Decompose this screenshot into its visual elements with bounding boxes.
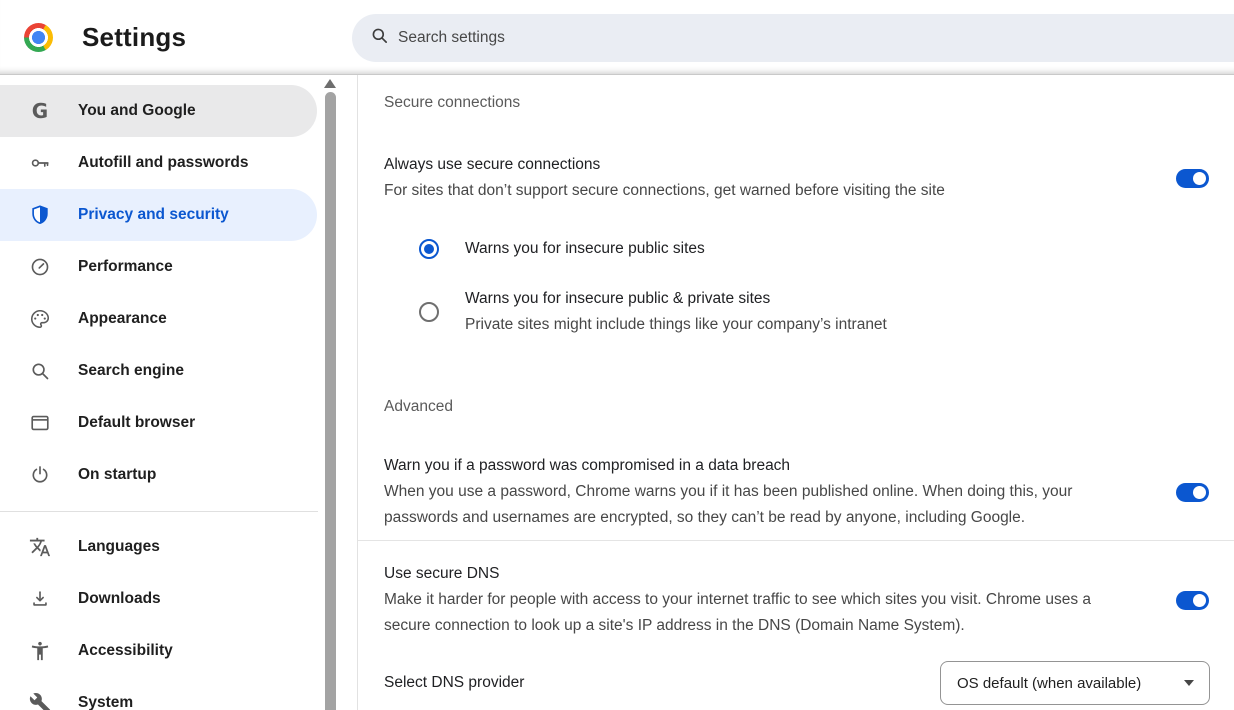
- sidebar-item-appearance[interactable]: Appearance: [0, 293, 317, 345]
- row-title: Always use secure connections: [384, 152, 1130, 178]
- row-title: Warn you if a password was compromised i…: [384, 453, 1130, 479]
- sidebar-item-system[interactable]: System: [0, 677, 317, 710]
- sidebar-item-on-startup[interactable]: On startup: [0, 449, 317, 501]
- password-breach-row: Warn you if a password was compromised i…: [384, 453, 1234, 531]
- wrench-icon: [29, 692, 51, 710]
- page-title: Settings: [82, 22, 186, 53]
- radio-option-public-private-sites[interactable]: Warns you for insecure public & private …: [384, 286, 1234, 338]
- secure-connections-radio-group: Warns you for insecure public sites Warn…: [384, 236, 1234, 338]
- select-value: OS default (when available): [957, 675, 1141, 692]
- shield-icon: [29, 204, 51, 226]
- sidebar-item-search-engine[interactable]: Search engine: [0, 345, 317, 397]
- radio-button-checked[interactable]: [419, 239, 439, 259]
- scrollbar-thumb[interactable]: [325, 92, 336, 710]
- sidebar: G You and Google Autofill and passwords: [0, 75, 358, 710]
- key-icon: [29, 152, 51, 174]
- translate-icon: [29, 536, 51, 558]
- secure-dns-row: Use secure DNS Make it harder for people…: [384, 561, 1234, 639]
- settings-search-bar[interactable]: [352, 14, 1234, 62]
- search-icon: [370, 26, 389, 50]
- radio-label: Warns you for insecure public & private …: [465, 286, 887, 312]
- accessibility-person-icon: [29, 640, 51, 662]
- settings-header: Settings: [0, 0, 1234, 75]
- password-breach-toggle[interactable]: [1176, 483, 1209, 502]
- sidebar-item-performance[interactable]: Performance: [0, 241, 317, 293]
- dns-provider-select[interactable]: OS default (when available): [940, 661, 1210, 705]
- section-heading-advanced: Advanced: [384, 395, 1234, 419]
- sidebar-item-privacy-and-security[interactable]: Privacy and security: [0, 189, 317, 241]
- sidebar-item-languages[interactable]: Languages: [0, 521, 317, 573]
- radio-label: Warns you for insecure public sites: [465, 236, 705, 262]
- sidebar-scrollbar[interactable]: [322, 75, 338, 710]
- palette-icon: [29, 308, 51, 330]
- sidebar-item-accessibility[interactable]: Accessibility: [0, 625, 317, 677]
- radio-option-public-sites[interactable]: Warns you for insecure public sites: [384, 236, 1234, 262]
- always-secure-connections-toggle[interactable]: [1176, 169, 1209, 188]
- radio-button-unchecked[interactable]: [419, 302, 439, 322]
- scroll-up-icon[interactable]: [324, 79, 336, 89]
- google-g-icon: G: [29, 100, 51, 122]
- dns-provider-row: Select DNS provider OS default (when ava…: [384, 661, 1234, 705]
- sidebar-divider: [0, 511, 318, 512]
- row-subtitle: Make it harder for people with access to…: [384, 587, 1130, 639]
- search-input[interactable]: [398, 29, 818, 47]
- power-icon: [29, 464, 51, 486]
- privacy-security-content: Secure connections Always use secure con…: [358, 75, 1234, 710]
- always-secure-connections-row: Always use secure connections For sites …: [384, 152, 1234, 204]
- sidebar-item-autofill[interactable]: Autofill and passwords: [0, 137, 317, 189]
- caret-down-icon: [1184, 680, 1194, 686]
- sidebar-item-default-browser[interactable]: Default browser: [0, 397, 317, 449]
- sidebar-item-downloads[interactable]: Downloads: [0, 573, 317, 625]
- chrome-logo-icon: [24, 23, 53, 52]
- row-title: Use secure DNS: [384, 561, 1130, 587]
- radio-sublabel: Private sites might include things like …: [465, 312, 887, 338]
- speedometer-icon: [29, 256, 51, 278]
- sidebar-item-you-and-google[interactable]: G You and Google: [0, 85, 317, 137]
- download-icon: [29, 588, 51, 610]
- row-subtitle: When you use a password, Chrome warns yo…: [384, 479, 1130, 531]
- dns-provider-label: Select DNS provider: [384, 674, 940, 692]
- secure-dns-toggle[interactable]: [1176, 591, 1209, 610]
- browser-window-icon: [29, 412, 51, 434]
- section-heading-secure-connections: Secure connections: [384, 91, 1234, 115]
- magnifier-icon: [29, 360, 51, 382]
- row-subtitle: For sites that don’t support secure conn…: [384, 178, 1130, 204]
- divider: [358, 540, 1234, 541]
